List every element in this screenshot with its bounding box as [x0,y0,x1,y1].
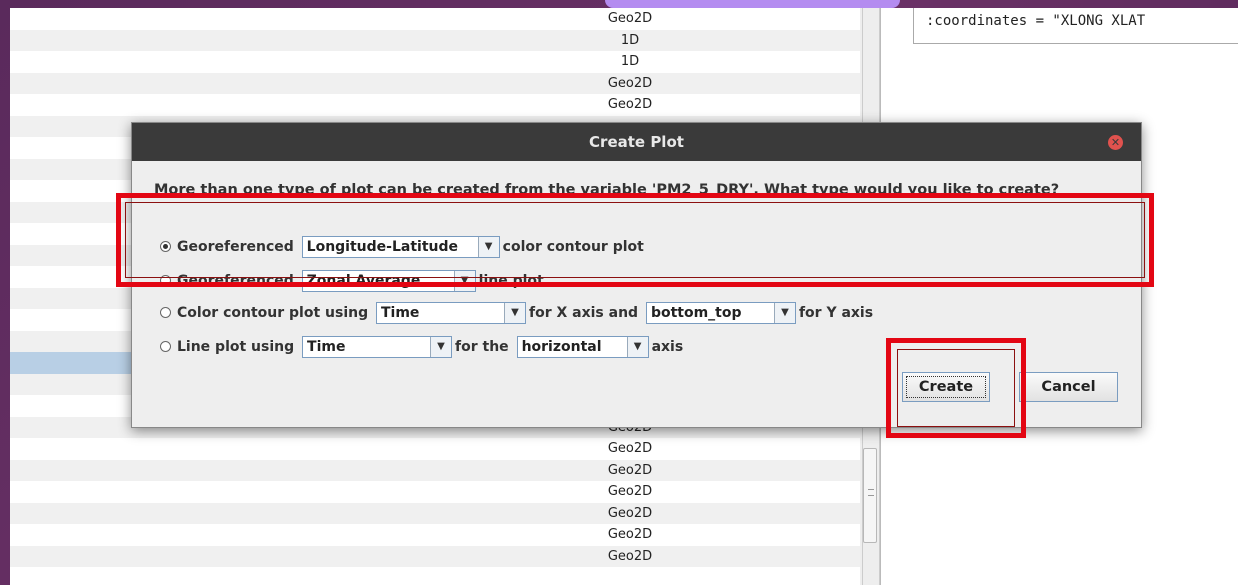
table-row[interactable]: Geo2D [10,502,860,524]
chevron-down-icon[interactable]: ▼ [504,303,525,323]
table-row[interactable]: Geo2D [10,94,860,116]
option-line-plot[interactable]: Line plot using Time ▼ for the horizonta… [160,335,683,359]
option-prefix: Color contour plot using [177,305,369,321]
type-cell: Geo2D [607,441,653,456]
y-axis-select[interactable]: bottom_top ▼ [645,302,796,324]
cancel-button[interactable]: Cancel [1019,372,1118,402]
scrollbar-thumb[interactable] [863,448,877,543]
type-cell: Geo2D [607,548,653,564]
table-row[interactable]: Geo2D [10,459,860,481]
line-axis-select[interactable]: Time ▼ [302,336,453,358]
annotation-highlight-create [886,338,1026,438]
type-cell: Geo2D [607,75,653,91]
option-suffix: axis [651,339,684,355]
orientation-select[interactable]: horizontal ▼ [516,336,649,358]
type-cell: Geo2D [607,462,653,478]
x-axis-select[interactable]: Time ▼ [376,302,526,324]
dialog-titlebar[interactable]: Create Plot ✕ [132,123,1141,161]
table-row[interactable]: Geo2D [10,481,860,503]
type-cell: 1D [620,32,640,48]
type-cell: Geo2D [607,527,653,542]
table-row[interactable]: Geo2D [10,438,860,460]
radio-line-plot[interactable] [160,340,171,352]
type-cell: 1D [620,54,640,69]
annotation-inner-border [897,349,1015,427]
annotation-inner-border [125,202,1145,278]
table-row[interactable]: Geo2D [10,524,860,546]
radio-color-contour[interactable] [160,306,171,318]
dialog-title: Create Plot [589,133,684,151]
cancel-button-label: Cancel [1041,379,1096,395]
coordinates-attribute: :coordinates = "XLONG XLAT [926,13,1146,29]
y-axis-select-value: bottom_top [650,305,742,321]
type-cell: Geo2D [607,484,653,499]
table-row[interactable]: Geo2D [10,8,860,30]
line-axis-select-value: Time [307,339,346,355]
window-edge-highlight [605,0,900,8]
table-row[interactable]: 1D [10,29,860,51]
annotation-highlight-option [116,193,1154,287]
type-cell: Geo2D [607,505,653,521]
orientation-select-value: horizontal [521,339,602,355]
chevron-down-icon[interactable]: ▼ [773,303,795,323]
option-middle: for the [455,339,509,355]
option-color-contour[interactable]: Color contour plot using Time ▼ for X ax… [160,301,873,325]
option-middle: for X axis and [529,305,639,321]
chevron-down-icon[interactable]: ▼ [430,337,452,357]
attributes-textbox[interactable]: :coordinates = "XLONG XLAT [913,8,1238,44]
type-cell: Geo2D [607,11,653,26]
table-row[interactable]: Geo2D [10,545,860,567]
x-axis-select-value: Time [381,305,420,321]
option-suffix: for Y axis [798,305,874,321]
table-row[interactable]: 1D [10,51,860,73]
option-prefix: Line plot using [177,339,295,355]
close-icon[interactable]: ✕ [1108,135,1123,150]
type-cell: Geo2D [607,97,653,112]
table-row[interactable]: Geo2D [10,72,860,94]
scrollbar-grip [868,489,874,496]
chevron-down-icon[interactable]: ▼ [626,337,648,357]
